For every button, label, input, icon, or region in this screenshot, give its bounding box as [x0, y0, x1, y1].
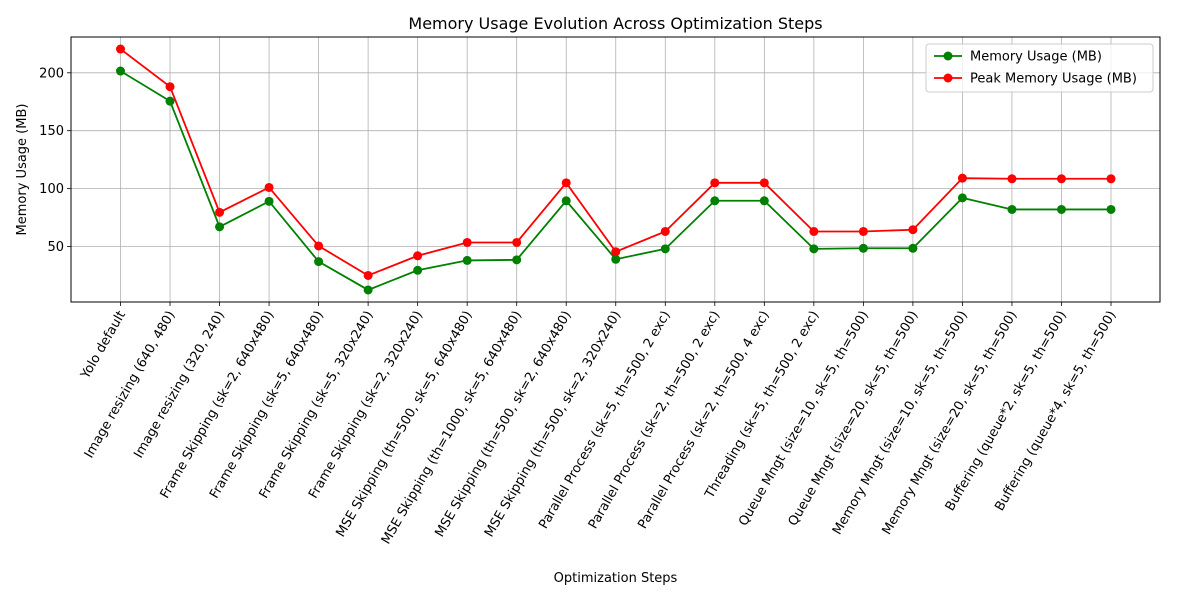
data-point: [957, 193, 967, 203]
data-point: [759, 196, 769, 206]
data-point: [116, 66, 125, 76]
data-point: [215, 207, 225, 217]
data-point: [165, 96, 175, 106]
y-axis-label: Memory Usage (MB): [15, 104, 30, 236]
data-point: [660, 226, 670, 236]
y-tick-label: 100: [39, 182, 64, 197]
data-point: [1056, 204, 1066, 214]
data-point: [1007, 174, 1017, 184]
data-point: [858, 226, 868, 236]
x-tick-label: Image resizing (320, 240): [131, 309, 228, 461]
data-point: [809, 226, 819, 236]
x-tick-label: Image resizing (640, 480): [82, 309, 179, 461]
chart-title: Memory Usage Evolution Across Optimizati…: [408, 14, 822, 33]
data-point: [710, 178, 720, 188]
data-point: [660, 244, 670, 254]
data-point: [363, 270, 373, 280]
legend-label: Memory Usage (MB): [970, 50, 1102, 65]
ticks: Yolo defaultImage resizing (640, 480)Ima…: [39, 66, 1119, 547]
data-point: [759, 178, 769, 188]
data-point: [512, 255, 522, 265]
data-point: [413, 251, 423, 261]
data-point: [512, 237, 522, 247]
data-point: [1106, 174, 1116, 184]
data-point: [363, 285, 373, 295]
data-point: [561, 196, 571, 206]
data-point: [858, 243, 868, 253]
x-tick-label: Yolo default: [78, 309, 129, 383]
data-point: [957, 173, 967, 183]
data-point: [908, 225, 918, 235]
data-point: [908, 243, 918, 253]
data-point: [809, 244, 819, 254]
data-point: [165, 82, 175, 92]
data-point: [1106, 204, 1116, 214]
line-chart: Memory Usage Evolution Across Optimizati…: [15, 14, 1161, 586]
y-tick-label: 200: [39, 66, 64, 81]
data-point: [314, 257, 324, 267]
data-point: [264, 182, 274, 192]
legend-swatch-marker: [943, 51, 953, 61]
data-point: [1056, 174, 1066, 184]
data-point: [116, 44, 125, 54]
data-point: [264, 196, 274, 206]
data-point: [710, 196, 720, 206]
data-point: [462, 237, 472, 247]
legend-swatch-marker: [943, 73, 953, 83]
data-point: [1007, 204, 1017, 214]
x-axis-label: Optimization Steps: [554, 571, 678, 586]
data-point: [561, 178, 571, 188]
data-point: [611, 247, 621, 257]
data-point: [462, 255, 472, 265]
legend: Memory Usage (MB) Peak Memory Usage (MB): [925, 43, 1154, 93]
data-point: [413, 265, 423, 275]
y-tick-label: 150: [39, 124, 64, 139]
legend-label: Peak Memory Usage (MB): [970, 72, 1137, 87]
y-tick-label: 50: [47, 240, 64, 255]
data-point: [314, 241, 324, 251]
data-point: [215, 222, 225, 232]
